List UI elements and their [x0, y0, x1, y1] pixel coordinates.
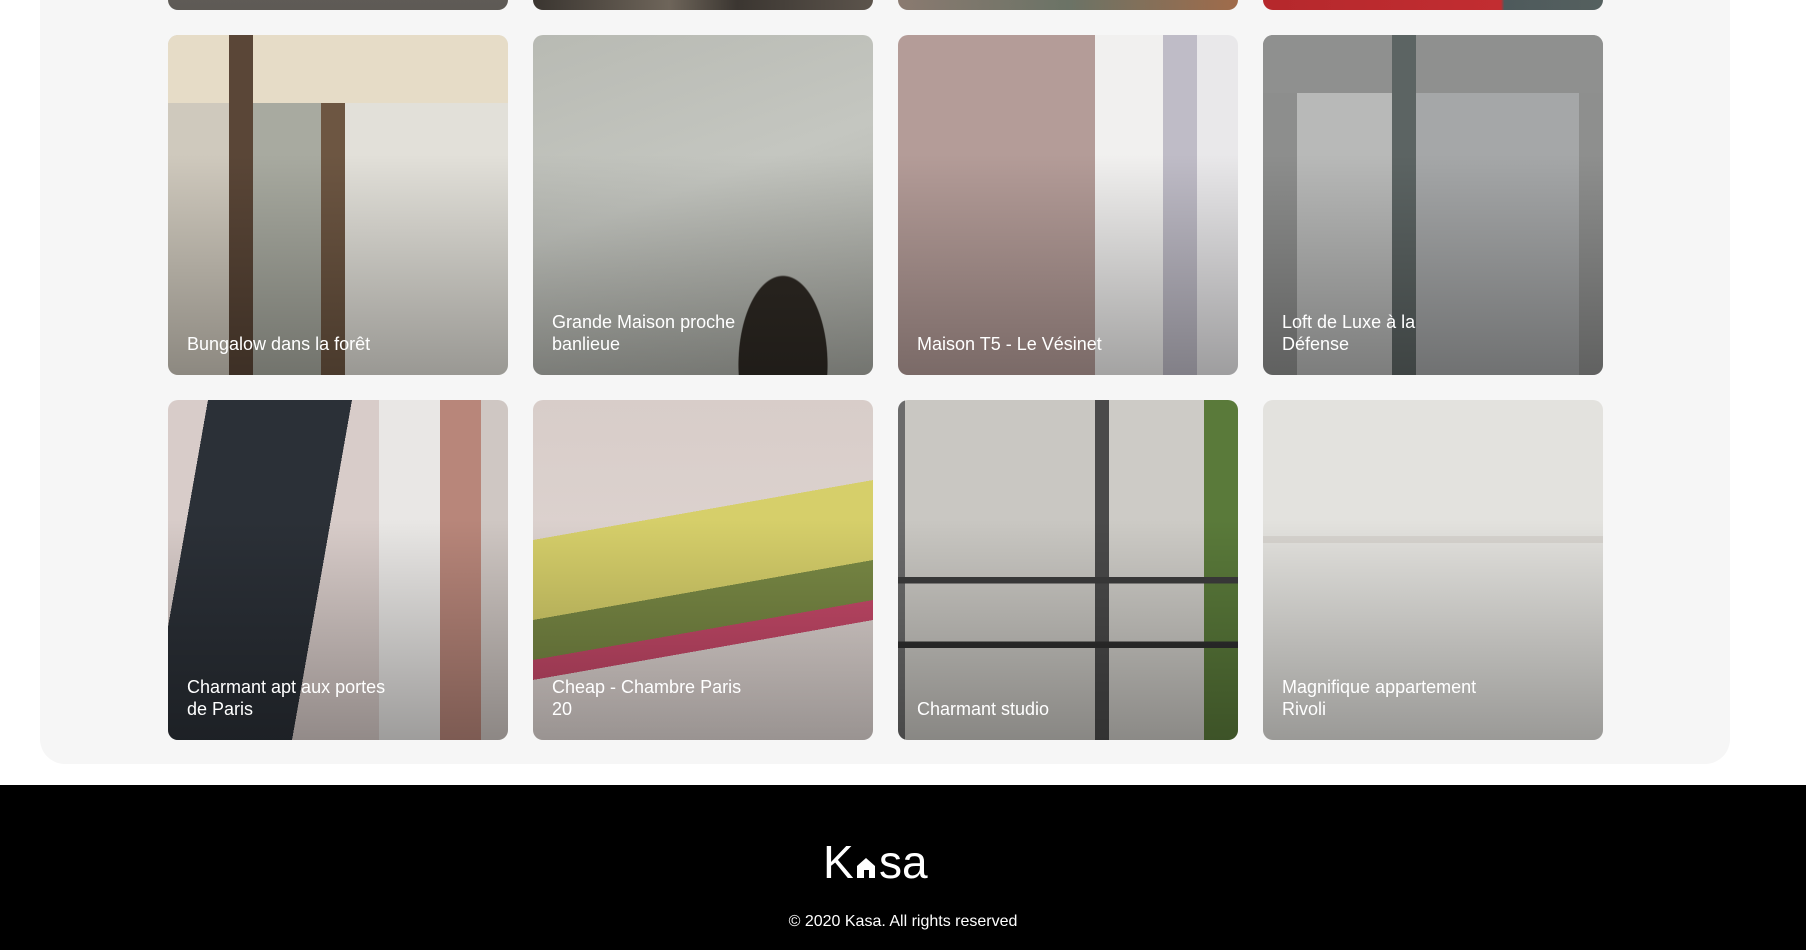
gallery-card-partial[interactable] [533, 0, 873, 10]
card-overlay [898, 35, 1238, 375]
card-title: Charmant studio [917, 699, 1050, 719]
card-photo [168, 0, 508, 10]
card-title: Loft de Luxe à la Défense [1282, 312, 1416, 354]
card-title: Cheap - Chambre Paris 20 [552, 677, 742, 719]
gallery-card[interactable]: Cheap - Chambre Paris 20 [533, 400, 873, 740]
card-photo [1263, 0, 1603, 10]
gallery-card[interactable]: Maison T5 - Le Vésinet [898, 35, 1238, 375]
card-photo [533, 0, 873, 10]
card-title: Grande Maison proche banlieue [552, 312, 736, 354]
svg-text:K: K [823, 838, 854, 884]
gallery-card-partial[interactable] [1263, 0, 1603, 10]
card-overlay [168, 35, 508, 375]
gallery-card[interactable]: Charmant apt aux portes de Paris [168, 400, 508, 740]
gallery-card-partial[interactable] [168, 0, 508, 10]
card-title: Charmant apt aux portes de Paris [187, 677, 386, 719]
gallery-card[interactable]: Loft de Luxe à la Défense [1263, 35, 1603, 375]
card-photo [898, 0, 1238, 10]
card-title: Bungalow dans la forêt [187, 334, 371, 354]
gallery-section: Bungalow dans la forêt Grande Maison pro… [40, 0, 1730, 764]
gallery-card[interactable]: Grande Maison proche banlieue [533, 35, 873, 375]
copyright-text: © 2020 Kasa. All rights reserved [788, 913, 1018, 930]
kasa-logo: K sa [823, 838, 928, 884]
gallery-card[interactable]: Bungalow dans la forêt [168, 35, 508, 375]
card-overlay [898, 400, 1238, 740]
gallery-card[interactable]: Charmant studio [898, 400, 1238, 740]
card-title: Maison T5 - Le Vésinet [917, 334, 1102, 354]
gallery-card[interactable]: Magnifique appartement Rivoli [1263, 400, 1603, 740]
svg-text:sa: sa [879, 838, 928, 884]
gallery-card-partial[interactable] [898, 0, 1238, 10]
card-title: Magnifique appartement Rivoli [1282, 677, 1477, 719]
